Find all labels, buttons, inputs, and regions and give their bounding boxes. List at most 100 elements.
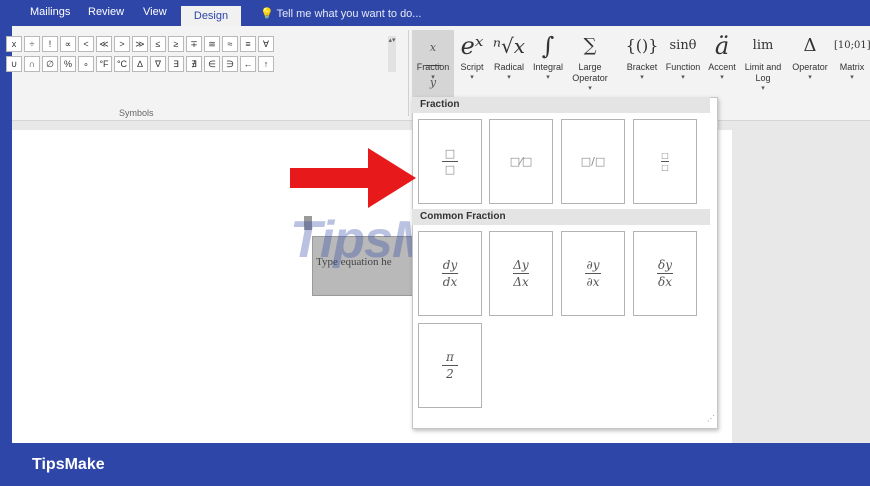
symbol-cell[interactable]: ≈	[222, 36, 238, 52]
fraction-numerator: dy	[442, 258, 458, 272]
symbol-cell[interactable]: ∄	[186, 56, 202, 72]
tell-me-search[interactable]: 💡 Tell me what you want to do...	[260, 7, 421, 20]
symbol-cell[interactable]: ∝	[60, 36, 76, 52]
limit-and-log-label: Limit and Log	[744, 62, 782, 83]
symbol-cell[interactable]: ≫	[132, 36, 148, 52]
symbol-cell[interactable]: ÷	[24, 36, 40, 52]
tab-view[interactable]: View	[143, 6, 167, 18]
lightbulb-icon: 💡	[260, 8, 274, 20]
tab-review[interactable]: Review	[88, 6, 124, 18]
chevron-down-icon: ▾	[720, 74, 724, 81]
common-fraction-tile[interactable]: ∂y ∂x	[561, 231, 625, 316]
symbol-cell[interactable]: ∆	[132, 56, 148, 72]
large-operator-label: Large Operator	[572, 62, 608, 83]
skewed-fraction-tile[interactable]: □⁄□	[489, 119, 553, 204]
operator-icon: Δ	[803, 35, 817, 56]
chevron-down-icon: ▾	[681, 74, 685, 81]
script-icon: eˣ	[460, 32, 484, 60]
fraction-numerator: ∂y	[586, 258, 600, 272]
fraction-denominator: δx	[658, 275, 672, 289]
fraction-numerator: π	[446, 350, 454, 364]
footer-bar	[0, 445, 870, 486]
symbol-cell[interactable]: ∈	[204, 56, 220, 72]
operator-button[interactable]: Δ Operator ▾	[788, 30, 832, 118]
linear-fraction-tile[interactable]: □/□	[561, 119, 625, 204]
common-fraction-tile[interactable]: dy dx	[418, 231, 482, 316]
function-label: Function	[665, 62, 701, 72]
chevron-down-icon: ▾	[588, 85, 592, 92]
symbol-cell[interactable]: <	[78, 36, 94, 52]
chevron-down-icon: ▾	[640, 74, 644, 81]
fraction-numerator: Δy	[513, 258, 529, 272]
chevron-down-icon: ▾	[850, 74, 854, 81]
fraction-label: Fraction	[416, 62, 450, 72]
matrix-icon: [10;01]	[834, 40, 870, 51]
chevron-down-icon: ▾	[470, 74, 474, 81]
operator-label: Operator	[792, 62, 828, 72]
brand-label: TipsMake	[32, 456, 105, 473]
tab-design[interactable]: Design	[181, 6, 241, 26]
tell-me-label: Tell me what you want to do...	[276, 8, 422, 20]
symbol-cell[interactable]: °C	[114, 56, 130, 72]
resize-grip-icon[interactable]: ⋰	[707, 414, 715, 423]
symbol-cell[interactable]: ∪	[6, 56, 22, 72]
matrix-label: Matrix	[839, 62, 865, 72]
chevron-down-icon: ▾	[546, 74, 550, 81]
accent-icon: ä	[714, 32, 730, 60]
fraction-denominator: Δx	[513, 275, 529, 289]
common-fraction-tile[interactable]: Δy Δx	[489, 231, 553, 316]
symbol-cell[interactable]: ≅	[204, 36, 220, 52]
arrow-pointer-icon	[290, 148, 416, 208]
symbol-cell[interactable]: ∇	[150, 56, 166, 72]
symbol-cell[interactable]: ∃	[168, 56, 184, 72]
group-divider	[408, 30, 409, 116]
common-fraction-section-header: Common Fraction	[412, 209, 710, 225]
matrix-button[interactable]: [10;01] Matrix ▾	[834, 30, 870, 118]
bracket-label: Bracket	[626, 62, 658, 72]
symbol-cell[interactable]: ∋	[222, 56, 238, 72]
gallery-scroll-icon[interactable]: ▴▾	[388, 36, 396, 72]
symbol-cell[interactable]: ≪	[96, 36, 112, 52]
symbol-cell[interactable]: °F	[96, 56, 112, 72]
integral-icon: ∫	[541, 32, 555, 60]
limit-and-log-button[interactable]: lim Limit and Log ▾	[740, 30, 786, 118]
symbol-cell[interactable]: %	[60, 56, 76, 72]
ribbon-tab-bar: Mailings Review View Design 💡 Tell me wh…	[0, 0, 870, 26]
symbol-cell[interactable]: ←	[240, 56, 256, 72]
symbol-cell[interactable]: x	[6, 36, 22, 52]
bracket-icon: {()}	[625, 36, 659, 55]
fraction-section-header: Fraction	[412, 97, 710, 113]
limit-icon: lim	[752, 38, 774, 53]
fraction-denominator: 2	[446, 367, 454, 381]
symbol-cell[interactable]: ≡	[240, 36, 256, 52]
symbol-cell[interactable]: !	[42, 36, 58, 52]
symbol-cell[interactable]: ↑	[258, 56, 274, 72]
fraction-numerator: δy	[657, 258, 672, 272]
function-icon: sinθ	[669, 38, 697, 53]
symbol-cell[interactable]: ∩	[24, 56, 40, 72]
chevron-down-icon: ▾	[431, 74, 435, 81]
integral-label: Integral	[532, 62, 564, 72]
chevron-down-icon: ▾	[507, 74, 511, 81]
script-label: Script	[460, 62, 484, 72]
tab-mailings[interactable]: Mailings	[30, 6, 70, 18]
symbols-group-label: Symbols	[119, 108, 154, 118]
fraction-denominator: dx	[442, 275, 458, 289]
symbol-cell[interactable]: ∀	[258, 36, 274, 52]
symbol-cell[interactable]: ∓	[186, 36, 202, 52]
symbol-cell[interactable]: ≥	[168, 36, 184, 52]
symbol-cell[interactable]: ∘	[78, 56, 94, 72]
accent-label: Accent	[708, 62, 736, 72]
fraction-denominator: ∂x	[586, 275, 600, 289]
small-fraction-tile[interactable]: □ □	[633, 119, 697, 204]
radical-label: Radical	[493, 62, 524, 72]
symbol-cell[interactable]: ≤	[150, 36, 166, 52]
common-fraction-tile[interactable]: δy δx	[633, 231, 697, 316]
symbol-cell[interactable]: >	[114, 36, 130, 52]
symbol-cell[interactable]: ∅	[42, 56, 58, 72]
common-fraction-tile[interactable]: π2	[418, 323, 482, 408]
stacked-fraction-tile[interactable]: □ □	[418, 119, 482, 204]
sigma-icon: ∑	[583, 35, 597, 56]
fraction-icon: xy	[412, 30, 454, 89]
radical-icon: ⁿ√x	[492, 34, 526, 58]
